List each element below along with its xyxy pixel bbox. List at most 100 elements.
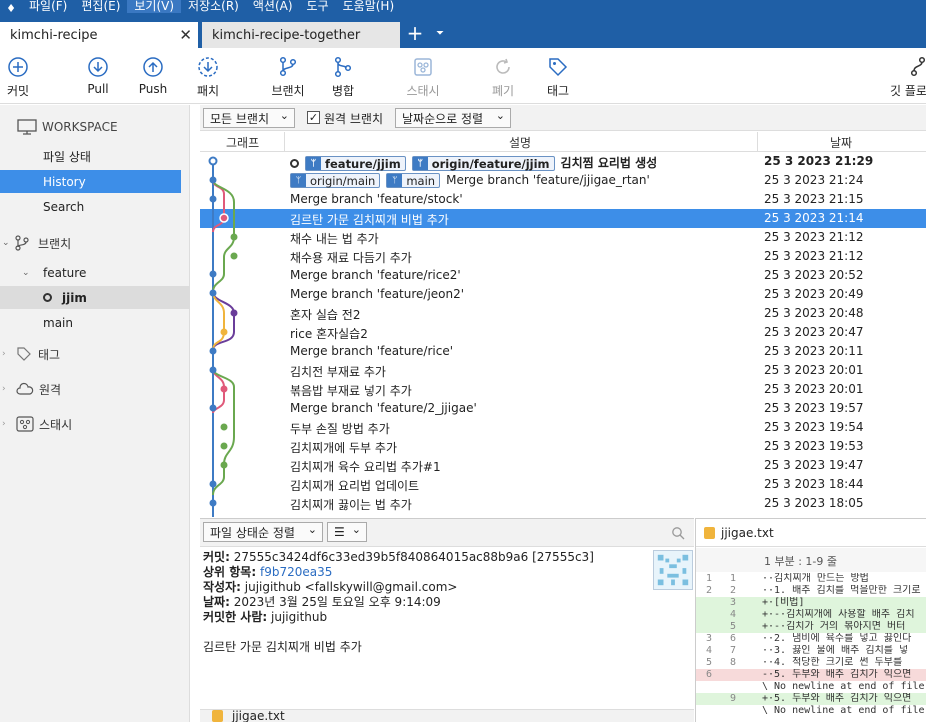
diff-line[interactable]: 5 8 ··4. 적당한 크기로 썬 두부를: [696, 657, 926, 669]
diff-line[interactable]: 5 +·-·김치가 거의 볶아지면 버터: [696, 621, 926, 633]
commit-message: 두부 손질 방법 추가: [290, 420, 390, 437]
commit-row[interactable]: Merge branch 'feature/rice2' 25 3 2023 20…: [200, 266, 926, 285]
branch-ref-badge[interactable]: ᛘ origin/feature/jjim: [411, 156, 555, 171]
branch-ref-badge[interactable]: ᛘ origin/main: [290, 173, 381, 188]
commit-date: 25 3 2023 20:47: [764, 325, 864, 339]
menu-edit[interactable]: 편집(E): [74, 0, 127, 13]
menu-tools[interactable]: 도구: [300, 0, 336, 13]
search-icon[interactable]: [671, 526, 685, 540]
branch-icon: [279, 56, 297, 77]
branch-icon: ᛘ: [387, 174, 403, 187]
diff-file-name: jjigae.txt: [721, 526, 774, 540]
sidebar-item-search[interactable]: Search: [0, 195, 181, 218]
head-indicator-icon: [290, 159, 299, 168]
graph-column-header[interactable]: 그래프: [226, 134, 259, 151]
tab-kimchi-recipe[interactable]: kimchi-recipe ✕: [0, 22, 198, 48]
commit-row[interactable]: Merge branch 'feature/2_jjigae' 25 3 2023…: [200, 399, 926, 418]
remote-branches-checkbox[interactable]: ✓: [307, 111, 320, 124]
tab-label: kimchi-recipe: [10, 27, 98, 43]
pull-button[interactable]: Pull: [76, 56, 120, 96]
sidebar-item-history[interactable]: History: [0, 170, 181, 193]
author-value: jujigithub <fallskywill@gmail.com>: [244, 580, 458, 594]
column-divider[interactable]: [284, 132, 285, 152]
commit-row[interactable]: ᛘ origin/main ᛘ main Merge branch 'feature/j…: [200, 171, 926, 190]
add-tab-button[interactable]: +: [404, 22, 426, 46]
sidebar-item-feature-folder[interactable]: ⌄ feature: [0, 261, 181, 284]
commit-message: Merge branch 'feature/rice': [290, 344, 453, 358]
commit-row[interactable]: 김르탄 가문 김치찌개 비법 추가 25 3 2023 21:14: [200, 209, 926, 228]
commit-row[interactable]: 채수용 재료 다듬기 추가 25 3 2023 21:12: [200, 247, 926, 266]
diff-line[interactable]: 2 2 ··1. 배추 김치를 먹을만한 크기로: [696, 585, 926, 597]
diff-line[interactable]: 3 +·[비법]: [696, 597, 926, 609]
description-column-header[interactable]: 설명: [509, 134, 531, 151]
push-button[interactable]: Push: [131, 56, 175, 96]
discard-label: 폐기: [491, 84, 515, 98]
workspace-label: WORKSPACE: [42, 120, 118, 134]
tags-header[interactable]: › 태그: [2, 343, 60, 365]
commit-row[interactable]: 김치찌개에 두부 추가 25 3 2023 19:53: [200, 437, 926, 456]
commit-message: Merge branch 'feature/jeon2': [290, 287, 464, 301]
branch-button[interactable]: 브랜치: [266, 56, 310, 99]
commit-row[interactable]: 두부 손질 방법 추가 25 3 2023 19:54: [200, 418, 926, 437]
column-divider[interactable]: [757, 132, 758, 152]
branch-ref-label: main: [406, 173, 436, 188]
commit-row[interactable]: 채수 내는 법 추가 25 3 2023 21:12: [200, 228, 926, 247]
menu-repository[interactable]: 저장소(R): [181, 0, 246, 13]
diff-line[interactable]: 1 1 ··김치찌개 만드는 방법: [696, 573, 926, 585]
branch-filter-dropdown[interactable]: 모든 브랜치: [203, 108, 295, 128]
branch-ref-badge[interactable]: ᛘ main: [386, 173, 441, 188]
parent-hash-link[interactable]: f9b720ea35: [260, 565, 332, 579]
commit-row[interactable]: 볶음밥 부재료 넣기 추가 25 3 2023 20:01: [200, 380, 926, 399]
changed-file-name[interactable]: jjigae.txt: [232, 709, 285, 722]
branches-header[interactable]: ⌄ 브랜치: [2, 232, 71, 254]
date-column-header[interactable]: 날짜: [830, 134, 852, 151]
graph-node: [230, 233, 238, 241]
remotes-header[interactable]: › 원격: [2, 378, 61, 400]
commit-message: 김치전 부재료 추가: [290, 363, 386, 380]
merge-button[interactable]: 병합: [321, 56, 365, 99]
stashes-header[interactable]: › 스태시: [2, 413, 72, 435]
commit-row[interactable]: rice 혼자실습2 25 3 2023 20:47: [200, 323, 926, 342]
commit-row[interactable]: Merge branch 'feature/jeon2' 25 3 2023 20…: [200, 285, 926, 304]
menu-actions[interactable]: 액션(A): [246, 0, 300, 13]
commit-row[interactable]: 김치전 부재료 추가 25 3 2023 20:01: [200, 361, 926, 380]
graph-node: [230, 252, 238, 260]
fetch-button[interactable]: 패치: [186, 56, 230, 99]
commit-row[interactable]: 김치찌개 육수 요리법 추가#1 25 3 2023 19:47: [200, 456, 926, 475]
diff-line[interactable]: 4 7 ··3. 끓인 물에 배추 김치를 넣: [696, 645, 926, 657]
diff-line[interactable]: 4 +·-·김치찌개에 사용할 배추 김치: [696, 609, 926, 621]
branch-ref-badge[interactable]: ᛘ feature/jjim: [305, 156, 406, 171]
diff-line[interactable]: 6 -·5. 두부와 배추 김치가 익으면: [696, 669, 926, 681]
tab-kimchi-recipe-together[interactable]: kimchi-recipe-together: [202, 22, 400, 48]
sidebar-item-file-status[interactable]: 파일 상태: [0, 145, 181, 168]
tag-button[interactable]: 태그: [536, 56, 580, 99]
workspace-header[interactable]: WORKSPACE: [17, 116, 118, 138]
commit-row[interactable]: Merge branch 'feature/stock' 25 3 2023 21…: [200, 190, 926, 209]
diff-line-text: \ No newline at end of file: [762, 705, 925, 716]
branch-label: 브랜치: [271, 84, 305, 98]
commit-row[interactable]: 혼자 실습 전2 25 3 2023 20:48: [200, 304, 926, 323]
sidebar-item-main[interactable]: main: [0, 311, 181, 334]
commit-button[interactable]: 커밋: [0, 56, 40, 99]
commit-row[interactable]: 김치찌개 요리법 업데이트 25 3 2023 18:44: [200, 475, 926, 494]
menu-view[interactable]: 보기(V): [127, 0, 182, 13]
commit-row[interactable]: Merge branch 'feature/rice' 25 3 2023 20:…: [200, 342, 926, 361]
commit-row[interactable]: ᛘ feature/jjim ᛘ origin/feature/jjim 김치찜 요리법…: [200, 152, 926, 171]
list-view-dropdown[interactable]: ☰: [327, 522, 367, 542]
diff-line[interactable]: 9 +·5. 두부와 배추 김치가 익으면: [696, 693, 926, 705]
menu-help[interactable]: 도움말(H): [336, 0, 402, 13]
diff-line[interactable]: \ No newline at end of file: [696, 705, 926, 717]
sidebar-item-jjim[interactable]: jjim: [0, 286, 190, 309]
commit-row[interactable]: 김치찌개 끓이는 법 추가 25 3 2023 18:05: [200, 494, 926, 513]
discard-button[interactable]: 폐기: [481, 56, 525, 99]
menu-file[interactable]: 파일(F): [22, 0, 74, 13]
sort-dropdown[interactable]: 날짜순으로 정렬: [395, 108, 511, 128]
diff-line[interactable]: \ No newline at end of file: [696, 681, 926, 693]
branch-icon: ᛘ: [306, 157, 321, 170]
file-sort-dropdown[interactable]: 파일 상태순 정렬: [203, 522, 323, 542]
tab-dropdown-icon[interactable]: ⏷: [436, 28, 448, 42]
diff-line[interactable]: 3 6 ··2. 냄비에 육수를 넣고 끓인다: [696, 633, 926, 645]
close-icon[interactable]: ✕: [179, 26, 192, 44]
stash-button[interactable]: 스태시: [401, 56, 445, 99]
gitflow-button[interactable]: 깃 플로: [886, 56, 926, 99]
